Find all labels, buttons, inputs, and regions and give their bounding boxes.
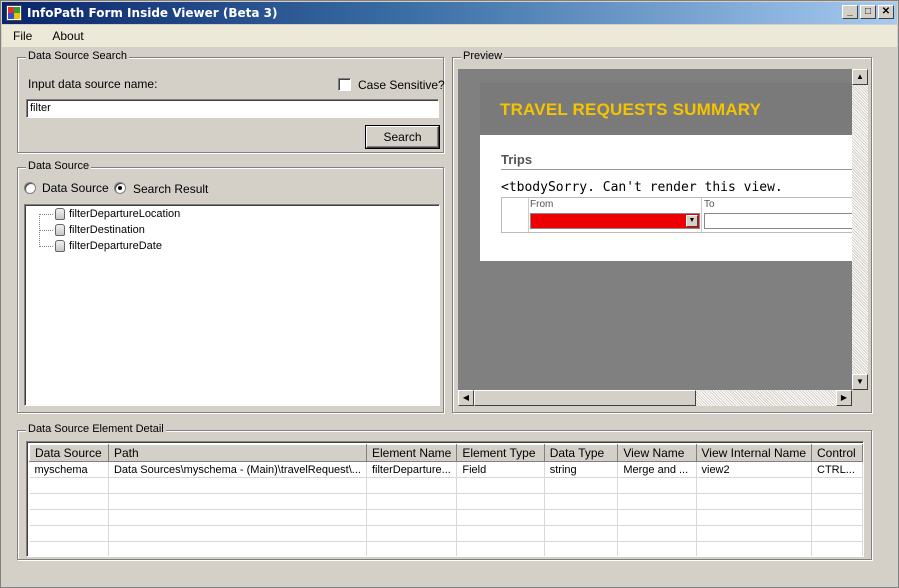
header-row: Data Source Path Element Name Element Ty…: [29, 444, 863, 462]
section-title: Trips: [501, 152, 533, 167]
to-input[interactable]: [704, 213, 852, 229]
empty-row: [29, 493, 863, 510]
app-icon: [6, 5, 22, 21]
search-group: Data Source Search Input data source nam…: [17, 50, 445, 153]
cell-data-source[interactable]: myschema: [29, 461, 109, 478]
tree-item-label: filterDestination: [69, 224, 145, 236]
detail-group: Data Source Element Detail Data Source P…: [17, 423, 872, 560]
minimize-button[interactable]: _: [842, 5, 858, 19]
col-header-control[interactable]: Control: [811, 444, 863, 462]
radio-search-result-label: Search Result: [133, 182, 209, 196]
main-window: InfoPath Form Inside Viewer (Beta 3) _ □…: [0, 0, 899, 588]
menu-bar: File About: [2, 25, 897, 47]
detail-table: Data Source Path Element Name Element Ty…: [29, 444, 863, 556]
chevron-down-icon[interactable]: ▼: [686, 215, 698, 227]
maximize-button[interactable]: □: [860, 5, 876, 19]
empty-row: [29, 509, 863, 526]
col-header-element-name[interactable]: Element Name: [365, 444, 458, 462]
cell-view-name[interactable]: Merge and ...: [617, 461, 697, 478]
render-error: <tbodySorry. Can't render this view.: [501, 180, 783, 195]
section-divider: [501, 169, 852, 170]
search-group-title: Data Source Search: [26, 50, 130, 62]
menu-file[interactable]: File: [4, 29, 41, 43]
col-header-data-type[interactable]: Data Type: [543, 444, 619, 462]
col-header-data-source[interactable]: Data Source: [29, 444, 109, 462]
cell-view-internal-name[interactable]: view2: [696, 461, 812, 478]
empty-row: [29, 477, 863, 494]
input-label: Input data source name:: [28, 77, 158, 91]
scroll-up-icon[interactable]: ▲: [852, 69, 868, 85]
cell-data-type[interactable]: string: [544, 461, 619, 478]
close-button[interactable]: ✕: [878, 5, 894, 19]
scroll-down-icon[interactable]: ▼: [852, 374, 868, 390]
tree-item[interactable]: filterDepartureDate: [39, 238, 162, 254]
tree-item[interactable]: filterDestination: [39, 222, 145, 238]
table-row[interactable]: myschema Data Sources\myschema - (Main)\…: [29, 461, 863, 478]
field-icon: [55, 224, 65, 236]
search-input[interactable]: filter: [26, 99, 439, 118]
empty-row: [29, 525, 863, 542]
datasource-group-title: Data Source: [26, 160, 92, 172]
form-title: TRAVEL REQUESTS SUMMARY: [500, 100, 762, 119]
preview-group: Preview TRAVEL REQUESTS SUMMARY Trips <t…: [452, 50, 872, 413]
col-header-view-internal-name[interactable]: View Internal Name: [695, 444, 812, 462]
from-dropdown[interactable]: ▼: [530, 213, 700, 229]
horizontal-scroll-thumb[interactable]: [474, 390, 696, 406]
preview-vertical-scrollbar[interactable]: ▲ ▼: [852, 69, 868, 390]
scroll-left-icon[interactable]: ◀: [458, 390, 474, 406]
preview-pane[interactable]: TRAVEL REQUESTS SUMMARY Trips <tbodySorr…: [458, 69, 852, 390]
tree-item[interactable]: filterDepartureLocation: [39, 206, 180, 222]
empty-row: [29, 541, 863, 556]
col-header-path[interactable]: Path: [107, 444, 367, 462]
cell-element-name[interactable]: filterDeparture...: [366, 461, 458, 478]
tree-item-label: filterDepartureDate: [69, 240, 162, 252]
cell-element-type[interactable]: Field: [456, 461, 545, 478]
cell-control[interactable]: CTRL...: [811, 461, 863, 478]
preview-horizontal-scrollbar[interactable]: ◀ ▶: [458, 390, 852, 406]
detail-grid[interactable]: Data Source Path Element Name Element Ty…: [26, 441, 864, 557]
search-button[interactable]: Search: [366, 126, 439, 148]
case-sensitive-checkbox[interactable]: [338, 78, 351, 91]
col-from: From: [530, 199, 554, 210]
cell-path[interactable]: Data Sources\myschema - (Main)\travelReq…: [108, 461, 367, 478]
menu-about[interactable]: About: [43, 29, 92, 43]
trips-table: From To ▼: [501, 197, 852, 233]
datasource-group: Data Source Data Source Search Result fi…: [17, 160, 444, 413]
case-sensitive-label: Case Sensitive?: [358, 78, 445, 92]
field-icon: [55, 208, 65, 220]
col-header-view-name[interactable]: View Name: [617, 444, 697, 462]
field-icon: [55, 240, 65, 252]
tree-item-label: filterDepartureLocation: [69, 208, 181, 220]
form-sheet: TRAVEL REQUESTS SUMMARY Trips <tbodySorr…: [480, 83, 852, 261]
scroll-right-icon[interactable]: ▶: [836, 390, 852, 406]
title-bar[interactable]: InfoPath Form Inside Viewer (Beta 3) _ □…: [2, 2, 897, 24]
col-header-element-type[interactable]: Element Type: [456, 444, 545, 462]
window-title: InfoPath Form Inside Viewer (Beta 3): [27, 6, 278, 20]
radio-datasource-label: Data Source: [42, 181, 109, 195]
col-to: To: [704, 199, 715, 210]
radio-datasource[interactable]: [24, 182, 36, 194]
detail-group-title: Data Source Element Detail: [26, 423, 166, 435]
datasource-tree[interactable]: filterDepartureLocation filterDestinatio…: [24, 204, 440, 406]
radio-search-result[interactable]: [114, 182, 126, 194]
preview-group-title: Preview: [461, 50, 505, 62]
